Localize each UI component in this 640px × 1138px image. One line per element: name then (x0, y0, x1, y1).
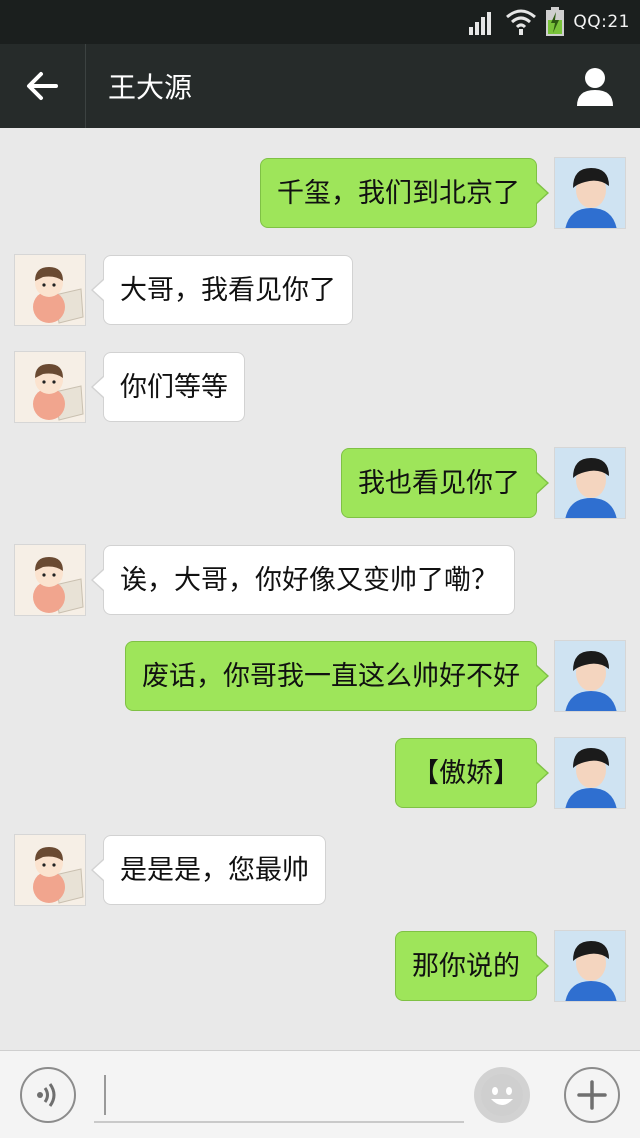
avatar-image (15, 835, 85, 905)
avatar[interactable] (14, 544, 86, 616)
avatar[interactable] (14, 834, 86, 906)
message-bubble[interactable]: 我也看见你了 (341, 448, 549, 518)
message-bubble[interactable]: 诶，大哥，你好像又变帅了嘞？ (91, 545, 515, 615)
voice-button[interactable] (20, 1067, 76, 1123)
back-button[interactable] (0, 44, 86, 128)
avatar[interactable] (554, 737, 626, 809)
avatar-image (15, 255, 85, 325)
message-row: 【傲娇】 (0, 737, 640, 811)
status-bar: QQ:21 (0, 0, 640, 44)
message-row: 是是是，您最帅 (0, 834, 640, 908)
message-input[interactable] (94, 1065, 464, 1123)
avatar-image (555, 738, 625, 808)
avatar[interactable] (554, 640, 626, 712)
message-bubble[interactable]: 你们等等 (91, 352, 245, 422)
avatar-image (555, 641, 625, 711)
battery-charging-icon (546, 7, 565, 36)
text-caret (104, 1075, 106, 1115)
message-row: 废话，你哥我一直这么帅好不好 (0, 640, 640, 714)
avatar[interactable] (14, 254, 86, 326)
wifi-icon (506, 9, 537, 35)
more-button[interactable] (564, 1067, 620, 1123)
message-bubble[interactable]: 【傲娇】 (395, 738, 549, 808)
message-bubble[interactable]: 那你说的 (395, 931, 549, 1001)
message-row: 你们等等 (0, 351, 640, 425)
chat-title: 王大源 (108, 71, 193, 104)
chat-area[interactable]: 千玺，我们到北京了 大哥，我看见你了 你们等等 我也看见你了 诶，大哥，你好像又… (0, 128, 640, 1050)
person-icon (577, 68, 613, 106)
avatar-image (555, 158, 625, 228)
emoji-button[interactable] (474, 1067, 530, 1123)
message-row: 大哥，我看见你了 (0, 254, 640, 328)
signal-icon (469, 12, 492, 35)
message-row: 那你说的 (0, 930, 640, 1004)
emoji-icon (481, 1074, 523, 1116)
profile-button[interactable] (550, 44, 640, 128)
status-time: QQ:21 (573, 12, 630, 32)
avatar-image (15, 545, 85, 615)
message-row: 诶，大哥，你好像又变帅了嘞？ (0, 544, 640, 618)
avatar-image (555, 931, 625, 1001)
message-row: 我也看见你了 (0, 447, 640, 521)
message-bubble[interactable]: 是是是，您最帅 (91, 835, 326, 905)
message-row: 千玺，我们到北京了 (0, 157, 640, 231)
avatar-image (555, 448, 625, 518)
avatar[interactable] (554, 157, 626, 229)
plus-icon (577, 1080, 607, 1110)
message-bubble[interactable]: 千玺，我们到北京了 (260, 158, 549, 228)
avatar[interactable] (554, 930, 626, 1002)
back-arrow-icon (26, 72, 58, 100)
avatar-image (15, 352, 85, 422)
avatar[interactable] (554, 447, 626, 519)
message-bubble[interactable]: 废话，你哥我一直这么帅好不好 (125, 641, 549, 711)
voice-icon (37, 1083, 56, 1107)
avatar[interactable] (14, 351, 86, 423)
message-bubble[interactable]: 大哥，我看见你了 (91, 255, 353, 325)
chat-header: 王大源 (0, 44, 640, 128)
message-input-bar (0, 1050, 640, 1138)
